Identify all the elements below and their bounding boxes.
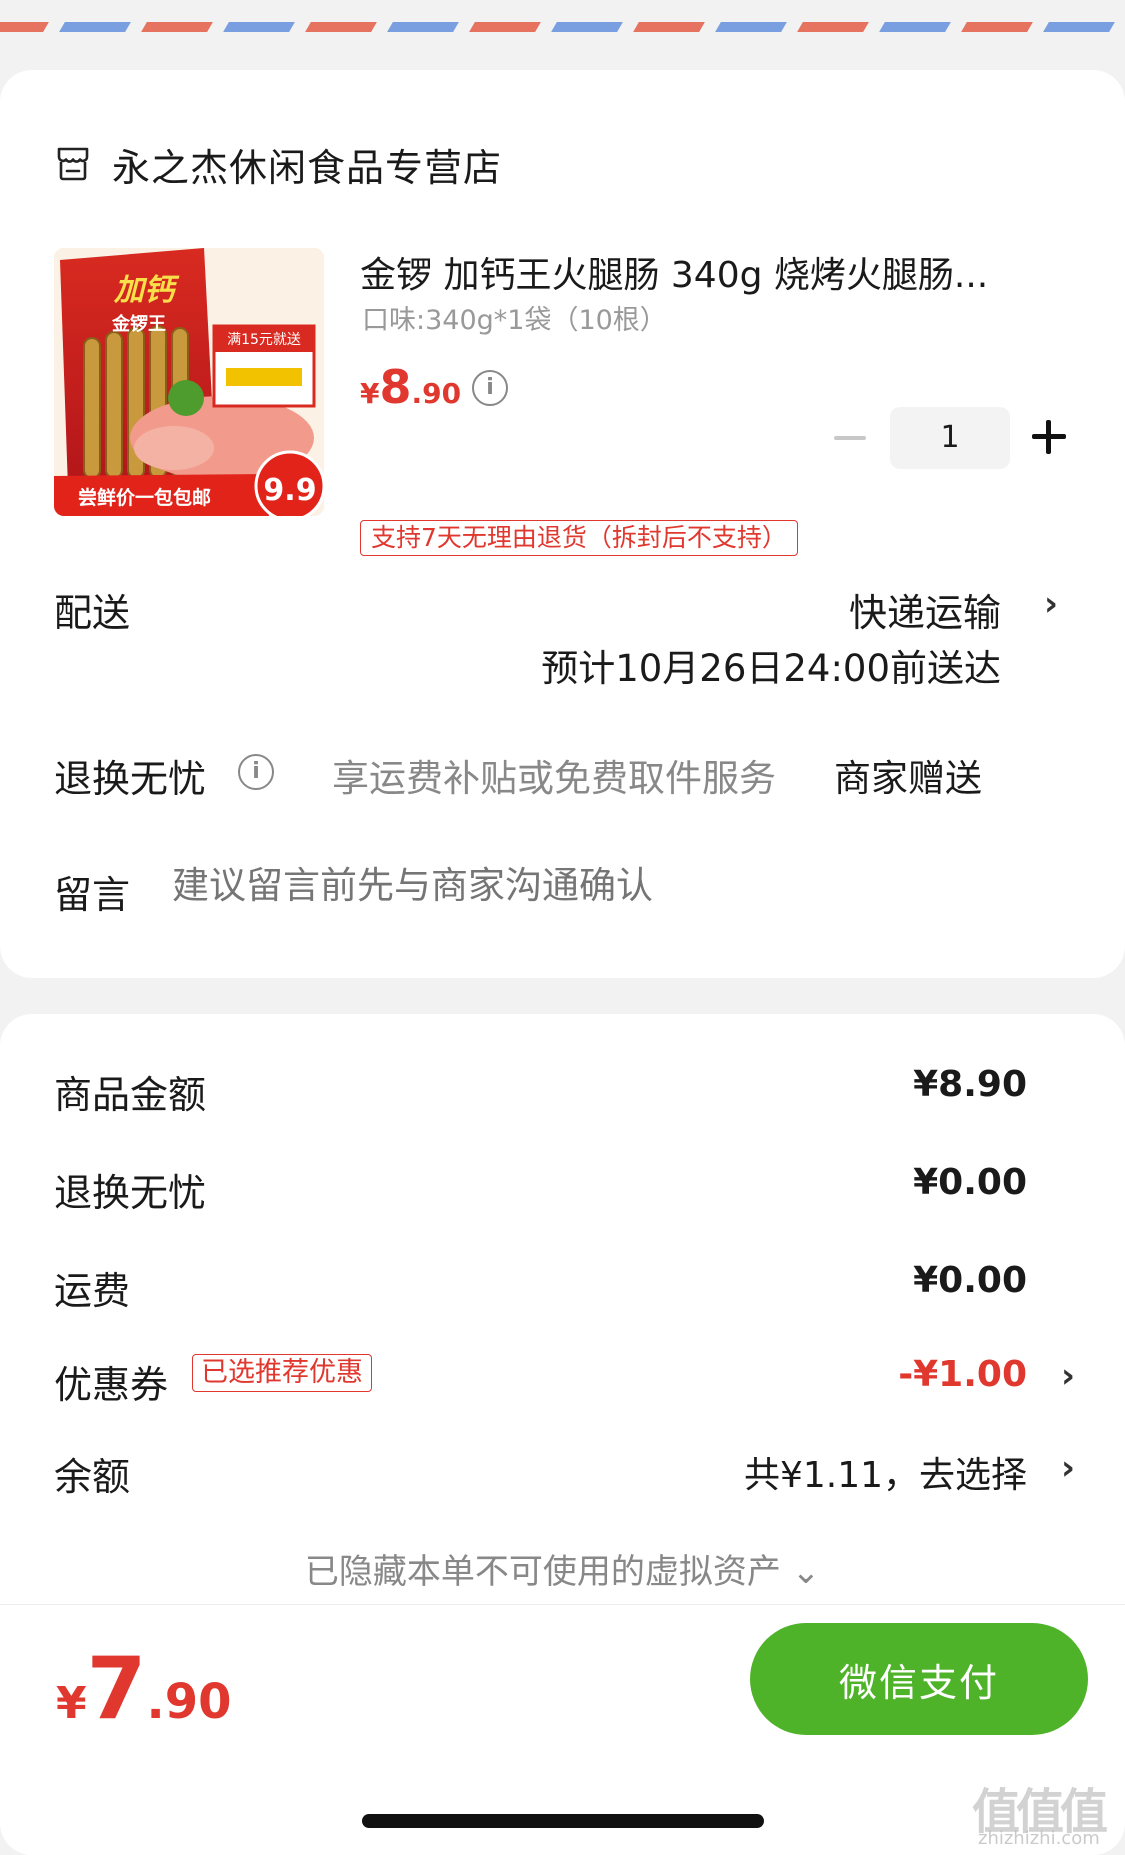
store-icon xyxy=(57,147,89,181)
stripe-bar xyxy=(551,22,623,32)
brand-sub-text: 金锣王 xyxy=(111,313,166,335)
stripe-bar xyxy=(223,22,295,32)
coupon-row[interactable]: 优惠券 已选推荐优惠 -¥1.00 › xyxy=(54,1354,1075,1407)
total-currency: ¥ xyxy=(56,1678,87,1729)
stripe-bar xyxy=(59,22,131,32)
coupon-label: 优惠券 xyxy=(54,1363,169,1407)
coupon-value: -¥1.00 xyxy=(898,1354,1027,1395)
price-currency: ¥ xyxy=(360,377,380,410)
message-label: 留言 xyxy=(54,873,131,917)
coupon-badge: 已选推荐优惠 xyxy=(192,1354,372,1392)
stripe-bar xyxy=(141,22,213,32)
stripe-bar xyxy=(961,22,1033,32)
badge-price-text: 9.9 xyxy=(263,473,316,508)
total-integer: 7 xyxy=(86,1639,147,1739)
decrease-quantity-button[interactable] xyxy=(834,436,866,440)
balance-value[interactable]: 共¥1.11，去选择 xyxy=(744,1446,1027,1498)
home-indicator[interactable] xyxy=(362,1814,764,1828)
chevron-right-icon[interactable]: › xyxy=(1061,1448,1075,1488)
message-input[interactable] xyxy=(172,864,972,907)
product-title[interactable]: 金锣 加钙王火腿肠 340g 烧烤火腿肠... xyxy=(360,246,1060,298)
wechat-pay-button[interactable]: 微信支付 xyxy=(750,1623,1088,1735)
shipping-fee-value: ¥0.00 xyxy=(913,1260,1027,1301)
watermark-url: zhizhizhi.com xyxy=(978,1828,1100,1849)
balance-row[interactable]: 余额 共¥1.11，去选择 › xyxy=(54,1446,1075,1499)
worry-free-fee-row: 退换无忧 ¥0.00 xyxy=(54,1162,1071,1215)
info-icon[interactable]: i xyxy=(472,370,508,406)
stripe-bar xyxy=(879,22,951,32)
delivery-method[interactable]: 快递运输 xyxy=(849,582,1001,637)
chevron-right-icon[interactable]: › xyxy=(1044,584,1058,624)
promo-text: 满15元就送 xyxy=(227,332,301,348)
worry-free-fee-label: 退换无忧 xyxy=(54,1171,207,1215)
product-illustration: 满15元就送 加钙 金锣王 尝鲜价一包包邮 9.9 xyxy=(54,248,324,516)
goods-amount-label: 商品金额 xyxy=(54,1073,207,1117)
product-price: ¥ 8 .90 xyxy=(360,360,461,414)
airmail-stripe xyxy=(0,0,1125,36)
stripe-bar xyxy=(1043,22,1115,32)
worry-free-description: 享运费补贴或免费取件服务 xyxy=(332,757,776,800)
worry-free-fee-value: ¥0.00 xyxy=(913,1162,1027,1203)
goods-amount-row: 商品金额 ¥8.90 xyxy=(54,1064,1071,1117)
total-price: ¥ 7 .90 xyxy=(56,1639,232,1739)
return-policy-badge: 支持7天无理由退货（拆封后不支持） xyxy=(360,520,798,556)
delivery-eta: 预计10月26日24:00前送达 xyxy=(541,647,1001,690)
stripe-bar xyxy=(633,22,705,32)
stripe-bar xyxy=(469,22,541,32)
order-card: 永之杰休闲食品专营店 满15元就送 加钙 金锣王 尝鲜价一包包邮 9.9 金锣 … xyxy=(0,70,1125,978)
stripe-bar xyxy=(715,22,787,32)
product-image[interactable]: 满15元就送 加钙 金锣王 尝鲜价一包包邮 9.9 xyxy=(54,248,324,516)
stripe-bar xyxy=(305,22,377,32)
balance-label: 余额 xyxy=(54,1455,131,1499)
increase-quantity-button[interactable] xyxy=(1032,420,1066,454)
brand-text: 加钙 xyxy=(113,273,180,308)
shop-name: 永之杰休闲食品专营店 xyxy=(112,145,503,190)
ribbon-text: 尝鲜价一包包邮 xyxy=(78,486,211,509)
shipping-fee-label: 运费 xyxy=(54,1269,131,1313)
total-decimal: .90 xyxy=(146,1674,232,1730)
delivery-label: 配送 xyxy=(54,591,131,635)
worry-free-gift: 商家赠送 xyxy=(834,757,982,800)
worry-free-label: 退换无忧 xyxy=(54,757,207,801)
price-decimal: .90 xyxy=(411,377,462,410)
hidden-assets-toggle[interactable]: 已隐藏本单不可使用的虚拟资产 ⌄ xyxy=(0,1544,1125,1593)
stripe-bar xyxy=(797,22,869,32)
goods-amount-value: ¥8.90 xyxy=(913,1064,1027,1105)
shop-header[interactable]: 永之杰休闲食品专营店 xyxy=(54,136,502,192)
price-integer: 8 xyxy=(379,360,412,414)
chevron-right-icon[interactable]: › xyxy=(1061,1356,1075,1396)
product-spec[interactable]: 口味:340g*1袋（10根） xyxy=(362,298,667,337)
quantity-field[interactable]: 1 xyxy=(890,407,1010,469)
checkout-page: 永之杰休闲食品专营店 满15元就送 加钙 金锣王 尝鲜价一包包邮 9.9 金锣 … xyxy=(0,0,1125,1855)
info-icon[interactable]: i xyxy=(238,754,274,790)
stripe-bar xyxy=(387,22,459,32)
shipping-fee-row: 运费 ¥0.00 xyxy=(54,1260,1071,1313)
stripe-bar xyxy=(0,22,49,32)
checkout-footer: ¥ 7 .90 微信支付 xyxy=(0,1604,1125,1754)
